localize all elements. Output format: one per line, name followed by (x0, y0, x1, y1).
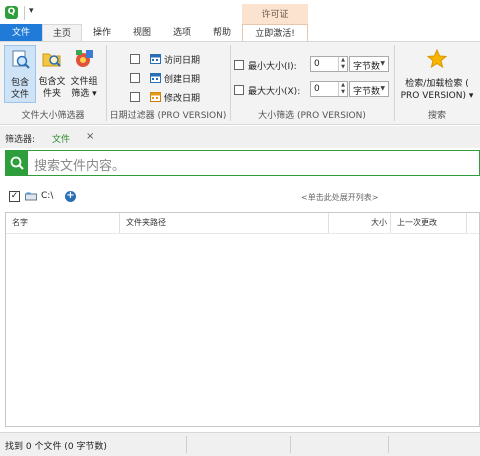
tab-help[interactable]: 帮助 (202, 24, 242, 42)
ribbon-tab-bar: 文件 主页 操作 视图 选项 帮助 立即激活! (0, 24, 480, 42)
filter-label: 筛选器: (5, 135, 36, 145)
drive-checkbox[interactable]: ✓ (9, 191, 20, 202)
include-folders-label: 包含文 件夹 (38, 77, 66, 99)
min-size-value: 0 (314, 59, 320, 69)
star-icon (427, 49, 447, 69)
column-header-last-modified[interactable]: 上一次更改 (391, 213, 467, 233)
column-header-size[interactable]: 大小 (329, 213, 391, 233)
search-box: 搜索文件内容。 (5, 150, 480, 176)
min-size-option[interactable]: 最小大小(I): (234, 59, 310, 73)
modified-date-option[interactable]: 修改日期 (130, 91, 220, 105)
license-group-label: 许可证 (261, 10, 289, 20)
min-size-stepper[interactable]: 0 ▲ ▼ (310, 56, 348, 72)
drive-label: C:\ (41, 191, 54, 201)
chevron-down-icon: ▼ (380, 60, 385, 67)
folder-search-icon (42, 53, 61, 67)
max-size-stepper[interactable]: 0 ▲ ▼ (310, 81, 348, 97)
file-size-filter-group-label: 文件大小筛选器 (21, 111, 85, 121)
status-text: 找到 0 个文件 (0 字节数) (5, 442, 107, 452)
tab-view[interactable]: 视图 (122, 24, 162, 42)
spin-arrows-icon[interactable]: ▲ ▼ (338, 57, 347, 71)
include-files-label: 包含 文件 (10, 78, 29, 100)
search-file-icon (12, 50, 30, 69)
load-search-button[interactable]: 检索/加载检索 ( PRO VERSION) ▾ (398, 45, 476, 103)
results-table: 名字 文件夹路径 大小 上一次更改 (5, 212, 480, 427)
access-date-checkbox[interactable] (130, 54, 140, 64)
modified-date-checkbox[interactable] (130, 92, 140, 102)
expand-list-link[interactable]: <单击此处展开列表> (301, 192, 378, 203)
file-group-filter-label: 文件组 筛选 ▾ (70, 77, 98, 99)
status-divider (186, 436, 187, 453)
column-header-folder-path[interactable]: 文件夹路径 (120, 213, 329, 233)
chevron-down-icon: ▼ (380, 85, 385, 92)
date-filter-group-label: 日期过滤器 (PRO VERSION) (109, 111, 227, 121)
drive-icon (25, 192, 37, 201)
max-size-option[interactable]: 最大大小(X): (234, 84, 310, 98)
created-date-label: 创建日期 (164, 75, 201, 85)
title-separator (24, 6, 25, 20)
close-icon[interactable]: × (86, 131, 94, 142)
ribbon: 包含 文件 包含文 件夹 文件组 筛选 ▾ 文件大小筛选器 访问日期 创建日期 … (0, 41, 480, 125)
file-group-filter-button[interactable]: 文件组 筛选 ▾ (68, 45, 100, 103)
tab-home[interactable]: 主页 (42, 24, 82, 42)
created-date-option[interactable]: 创建日期 (130, 72, 220, 86)
filter-bar: 筛选器: 文件 × (0, 126, 480, 148)
header-divider (6, 233, 479, 234)
app-logo-icon[interactable]: Q (5, 6, 18, 19)
min-size-unit-select[interactable]: 字节数 ▼ (349, 56, 389, 72)
quick-access-dropdown[interactable]: ▾ (29, 6, 34, 16)
spin-arrows-icon[interactable]: ▲ ▼ (338, 82, 347, 96)
max-size-unit-select[interactable]: 字节数 ▼ (349, 81, 389, 97)
include-files-button[interactable]: 包含 文件 (4, 45, 36, 103)
max-size-checkbox[interactable] (234, 85, 244, 95)
calendar-icon (150, 73, 161, 83)
max-size-label: 最大大小(X): (248, 87, 301, 97)
max-size-value: 0 (314, 84, 320, 94)
load-search-label: 检索/加载检索 ( PRO VERSION) ▾ (400, 79, 474, 101)
access-date-label: 访问日期 (164, 56, 201, 66)
size-filter-group-label: 大小筛选 (PRO VERSION) (258, 111, 366, 121)
status-divider (388, 436, 389, 453)
search-button[interactable] (6, 151, 28, 175)
access-date-option[interactable]: 访问日期 (130, 53, 220, 67)
include-folders-button[interactable]: 包含文 件夹 (36, 45, 68, 103)
calendar-icon (150, 54, 161, 64)
tab-activate[interactable]: 立即激活! (242, 24, 308, 42)
status-bar: 找到 0 个文件 (0 字节数) (0, 432, 480, 456)
path-bar: ✓ C:\ + <单击此处展开列表> (5, 188, 480, 206)
search-group-label: 搜索 (427, 111, 446, 121)
tab-options[interactable]: 选项 (162, 24, 202, 42)
search-icon (10, 156, 24, 170)
search-input[interactable]: 搜索文件内容。 (34, 155, 125, 174)
min-size-unit-value: 字节数 (353, 62, 381, 72)
column-header-name[interactable]: 名字 (6, 213, 120, 233)
tab-operations[interactable]: 操作 (82, 24, 122, 42)
file-group-icon (76, 50, 93, 67)
max-size-unit-value: 字节数 (353, 87, 381, 97)
min-size-checkbox[interactable] (234, 60, 244, 70)
status-divider (290, 436, 291, 453)
calendar-icon (150, 92, 161, 102)
tab-file[interactable]: 文件 (0, 24, 42, 42)
created-date-checkbox[interactable] (130, 73, 140, 83)
min-size-label: 最小大小(I): (248, 62, 297, 72)
add-location-button[interactable]: + (65, 191, 76, 202)
title-bar: Q ▾ (0, 0, 480, 24)
modified-date-label: 修改日期 (164, 94, 201, 104)
filter-tab-files[interactable]: 文件 (52, 132, 70, 145)
